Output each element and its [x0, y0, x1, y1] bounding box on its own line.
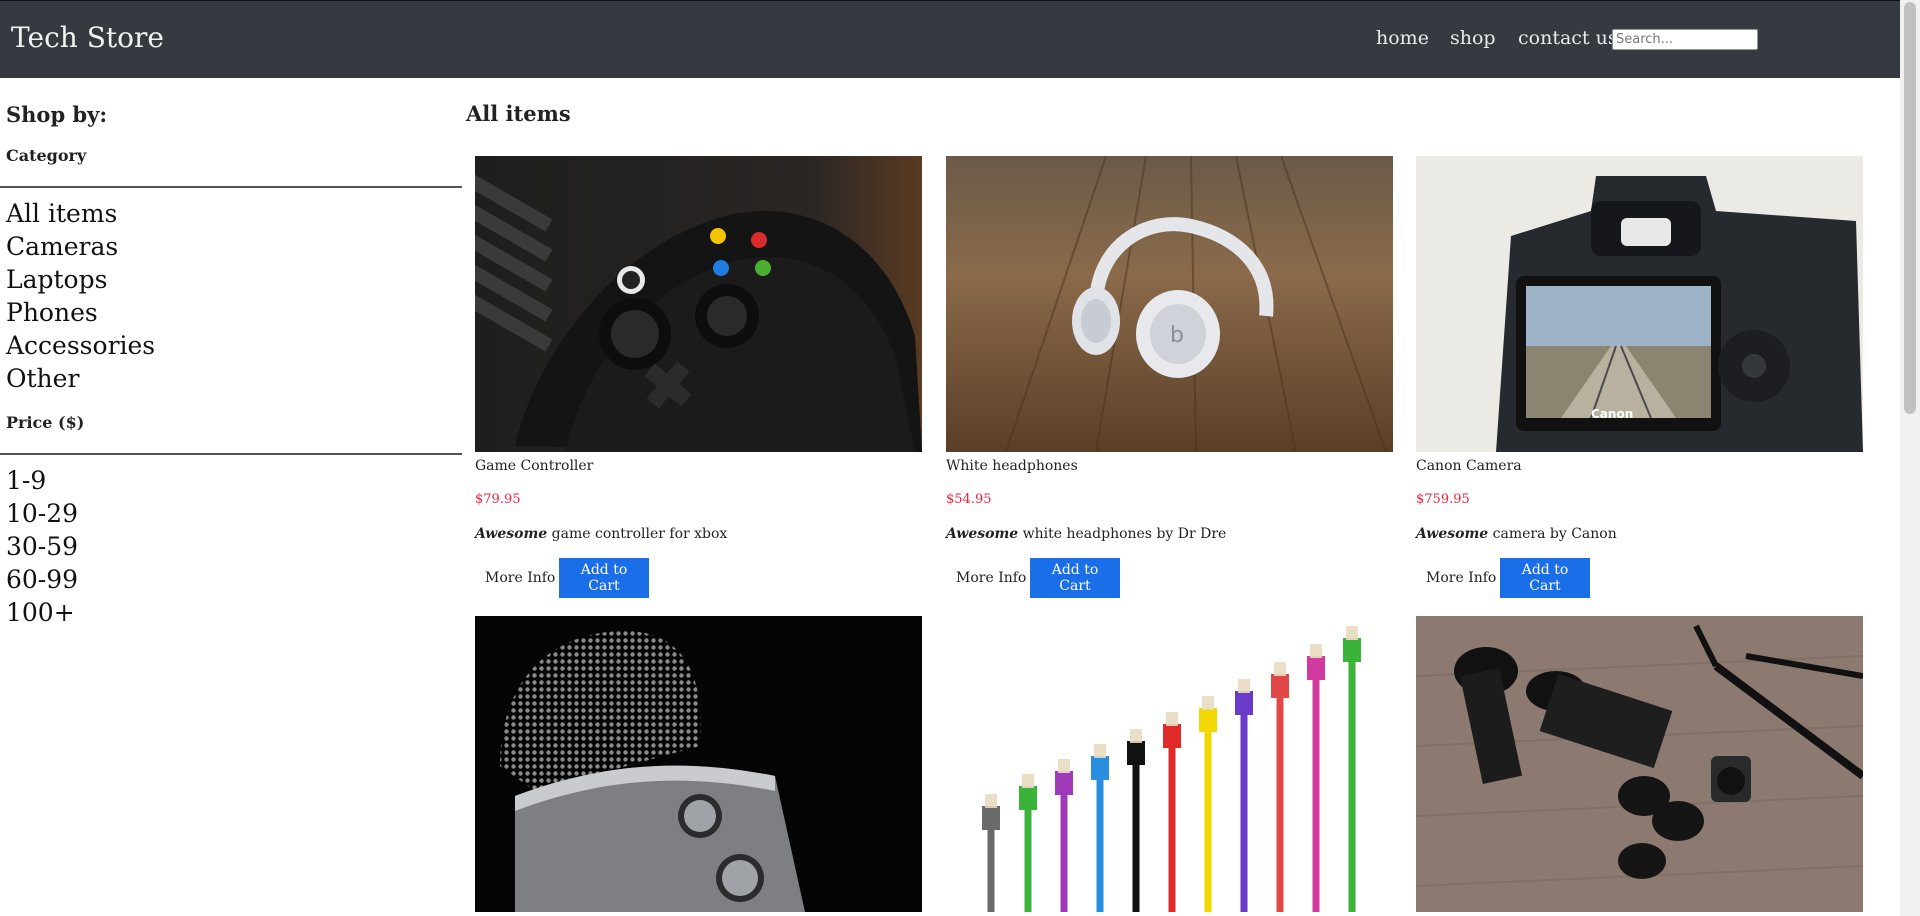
product-description: Awesome white headphones by Dr Dre — [946, 526, 1226, 542]
product-description: Awesome game controller for xbox — [475, 526, 727, 542]
category-accessories[interactable]: Accessories — [6, 329, 155, 362]
add-to-cart-button[interactable]: Add to Cart — [1500, 558, 1590, 598]
page-title: All items — [466, 101, 571, 126]
category-all-items[interactable]: All items — [6, 197, 117, 230]
description-emphasis: Awesome — [475, 526, 548, 542]
brand-logo[interactable]: Tech Store — [11, 21, 164, 54]
category-title: Category — [6, 146, 87, 165]
price-divider — [0, 453, 462, 455]
product-image-microphone[interactable] — [475, 616, 922, 912]
nav-link-home[interactable]: home — [1376, 27, 1429, 49]
more-info-button[interactable]: More Info — [475, 558, 566, 598]
description-text: game controller for xbox — [547, 526, 728, 542]
price-30-59[interactable]: 30-59 — [6, 530, 78, 563]
product-image-ethernet-cables[interactable] — [946, 616, 1393, 912]
product-name: Game Controller — [475, 458, 594, 474]
svg-text:Canon: Canon — [1591, 407, 1633, 421]
product-price: $759.95 — [1416, 492, 1470, 507]
product-description: Awesome camera by Canon — [1416, 526, 1617, 542]
description-emphasis: Awesome — [946, 526, 1019, 542]
product-image-camera[interactable]: Canon — [1416, 156, 1863, 452]
description-text: camera by Canon — [1488, 526, 1617, 542]
category-laptops[interactable]: Laptops — [6, 263, 107, 296]
product-price: $79.95 — [475, 492, 521, 507]
category-divider — [0, 186, 462, 188]
product-price: $54.95 — [946, 492, 992, 507]
more-info-button[interactable]: More Info — [946, 558, 1037, 598]
product-name: White headphones — [946, 458, 1078, 474]
navbar: Tech Store home shop contact us — [0, 0, 1900, 78]
nav-link-shop[interactable]: shop — [1450, 27, 1496, 49]
category-other[interactable]: Other — [6, 362, 79, 395]
description-text: white headphones by Dr Dre — [1018, 526, 1227, 542]
description-emphasis: Awesome — [1416, 526, 1489, 542]
product-image-headphones[interactable]: b — [946, 156, 1393, 452]
add-to-cart-button[interactable]: Add to Cart — [559, 558, 649, 598]
product-image-game-controller[interactable] — [475, 156, 922, 452]
shop-by-heading: Shop by: — [6, 102, 108, 127]
nav-link-contact[interactable]: contact us — [1518, 27, 1618, 49]
product-image-camera-lenses[interactable] — [1416, 616, 1863, 912]
price-60-99[interactable]: 60-99 — [6, 563, 78, 596]
add-to-cart-button[interactable]: Add to Cart — [1030, 558, 1120, 598]
search-input[interactable] — [1612, 29, 1758, 50]
price-title: Price ($) — [6, 413, 85, 432]
svg-text:b: b — [1170, 323, 1184, 348]
category-cameras[interactable]: Cameras — [6, 230, 118, 263]
price-100-plus[interactable]: 100+ — [6, 596, 75, 629]
product-name: Canon Camera — [1416, 458, 1522, 474]
category-phones[interactable]: Phones — [6, 296, 98, 329]
price-10-29[interactable]: 10-29 — [6, 497, 78, 530]
price-1-9[interactable]: 1-9 — [6, 464, 46, 497]
more-info-button[interactable]: More Info — [1416, 558, 1507, 598]
scrollbar-thumb[interactable] — [1904, 2, 1916, 414]
